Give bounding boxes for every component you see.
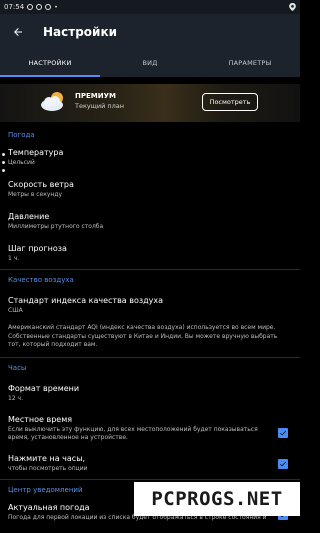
description-line: тот, который подходит вам. xyxy=(8,341,98,348)
back-button[interactable] xyxy=(10,24,26,40)
setting-value: Миллиметры ртутного столба xyxy=(8,223,104,230)
arrow-back-icon xyxy=(14,27,22,36)
tab-settings[interactable]: НАСТРОЙКИ xyxy=(0,49,100,77)
sync-icon xyxy=(36,4,43,10)
section-header-air-quality: Качество воздуха xyxy=(8,276,74,284)
setting-value: Метры в секунду xyxy=(8,191,63,198)
setting-wind-speed[interactable]: Скорость ветра Метры в секунду xyxy=(0,177,300,202)
setting-title: Стандарт индекса качества воздуха xyxy=(8,296,164,305)
location-icon xyxy=(289,3,296,11)
section-header-weather: Погода xyxy=(8,131,35,139)
whatsapp-icon xyxy=(27,4,34,10)
setting-title: Шаг прогноза xyxy=(8,244,67,253)
setting-title: Формат времени xyxy=(8,383,80,393)
setting-value: Цельсий xyxy=(8,159,35,166)
setting-value: 1 ч. xyxy=(8,255,20,262)
setting-title: Нажмите на часы, xyxy=(8,453,86,463)
description-line: Если выключить эту функцию, для всех мес… xyxy=(8,425,258,433)
watermark: PCPROGS.NET xyxy=(134,482,300,516)
tab-view[interactable]: ВИД xyxy=(100,49,200,77)
setting-description: Если выключить эту функцию, для всех мес… xyxy=(8,426,292,442)
setting-aqi-standard[interactable]: Стандарт индекса качества воздуха США xyxy=(0,290,300,318)
tab-bar: НАСТРОЙКИ ВИД ПАРАМЕТРЫ xyxy=(0,49,300,77)
description-line: Собственные стандарты существуют в Китае… xyxy=(8,332,278,340)
description-line: время, установленное на устройстве. xyxy=(8,433,128,441)
tab-parameters[interactable]: ПАРАМЕТРЫ xyxy=(200,49,300,77)
weather-cloud-icon xyxy=(41,92,63,111)
setting-value: США xyxy=(8,307,23,314)
status-bar: 07:54 • xyxy=(0,0,300,14)
premium-title: ПРЕМИУМ xyxy=(75,92,116,100)
local-time-checkbox[interactable] xyxy=(278,427,288,438)
section-header-clock: Часы xyxy=(8,363,27,372)
app-bar: Настройки xyxy=(0,14,300,49)
setting-value: 12 ч. xyxy=(8,394,23,402)
page-title: Настройки xyxy=(43,24,118,39)
setting-temperature[interactable]: Температура Цельсий xyxy=(0,145,300,170)
setting-tap-clock[interactable]: Нажмите на часы, чтобы посмотреть опции xyxy=(0,451,300,476)
premium-view-button[interactable]: Посмотреть xyxy=(202,93,258,111)
status-time: 07:54 xyxy=(4,3,25,11)
setting-description: чтобы посмотреть опции xyxy=(8,464,88,472)
circle-icon xyxy=(45,4,52,10)
setting-local-time[interactable]: Местное время Если выключить эту функцию… xyxy=(0,412,300,445)
watermark-text: PCPROGS.NET xyxy=(151,488,283,510)
premium-banner: ПРЕМИУМ Текущий план Посмотреть xyxy=(0,84,300,122)
description-line: Американский стандарт AQI (индекс качест… xyxy=(8,324,276,331)
checkmark-icon xyxy=(280,461,286,466)
setting-time-format[interactable]: Формат времени 12 ч. xyxy=(0,378,300,406)
setting-forecast-step[interactable]: Шаг прогноза 1 ч. xyxy=(0,241,300,266)
setting-pressure[interactable]: Давление Миллиметры ртутного столба xyxy=(0,209,300,234)
setting-title: Давление xyxy=(8,212,50,221)
aqi-description: Американский стандарт AQI (индекс качест… xyxy=(0,322,300,354)
setting-title: Местное время xyxy=(8,414,73,424)
premium-subtitle: Текущий план xyxy=(75,102,125,110)
setting-title: Температура xyxy=(8,148,64,157)
checkmark-icon xyxy=(280,430,286,435)
setting-title: Скорость ветра xyxy=(8,180,74,189)
tap-clock-checkbox[interactable] xyxy=(278,458,288,469)
dot-icon: • xyxy=(54,3,58,11)
settings-list: Погода Температура Цельсий Скорость ветр… xyxy=(0,125,300,525)
